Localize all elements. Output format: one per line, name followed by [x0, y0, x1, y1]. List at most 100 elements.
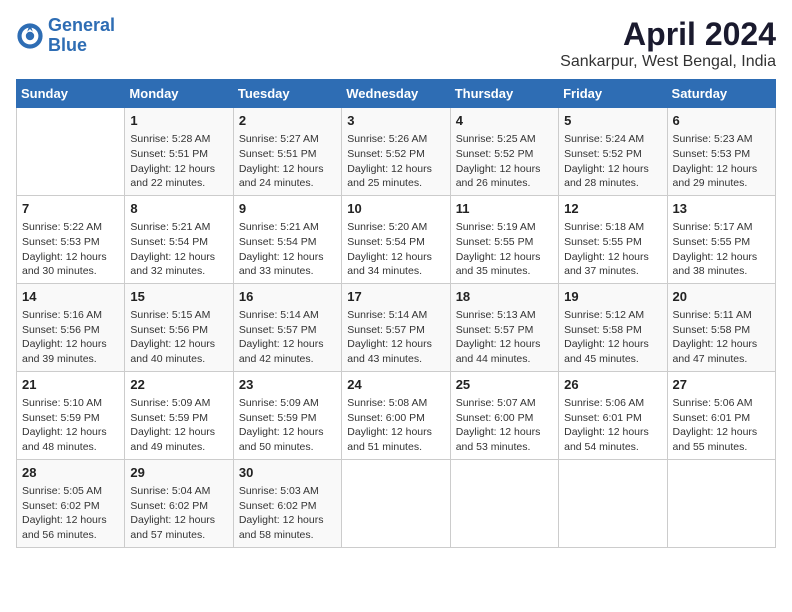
weekday-header-row: SundayMondayTuesdayWednesdayThursdayFrid… — [17, 80, 776, 108]
day-info: Sunrise: 5:15 AM Sunset: 5:56 PM Dayligh… — [130, 308, 227, 367]
day-info: Sunrise: 5:07 AM Sunset: 6:00 PM Dayligh… — [456, 396, 553, 455]
day-number: 28 — [22, 464, 119, 482]
day-number: 24 — [347, 376, 444, 394]
day-info: Sunrise: 5:25 AM Sunset: 5:52 PM Dayligh… — [456, 132, 553, 191]
day-info: Sunrise: 5:14 AM Sunset: 5:57 PM Dayligh… — [239, 308, 336, 367]
day-number: 23 — [239, 376, 336, 394]
day-number: 21 — [22, 376, 119, 394]
week-row-1: 1 Sunrise: 5:28 AM Sunset: 5:51 PM Daylig… — [17, 108, 776, 196]
day-number: 14 — [22, 288, 119, 306]
day-number: 30 — [239, 464, 336, 482]
day-info: Sunrise: 5:27 AM Sunset: 5:51 PM Dayligh… — [239, 132, 336, 191]
day-number: 26 — [564, 376, 661, 394]
day-number: 15 — [130, 288, 227, 306]
day-info: Sunrise: 5:17 AM Sunset: 5:55 PM Dayligh… — [673, 220, 770, 279]
calendar-cell: 18 Sunrise: 5:13 AM Sunset: 5:57 PM Dayli… — [450, 283, 558, 371]
day-info: Sunrise: 5:14 AM Sunset: 5:57 PM Dayligh… — [347, 308, 444, 367]
day-number: 11 — [456, 200, 553, 218]
day-number: 10 — [347, 200, 444, 218]
calendar-cell: 26Sunrise: 5:06 AM Sunset: 6:01 PM Dayli… — [559, 371, 667, 459]
calendar-cell: 21 Sunrise: 5:10 AM Sunset: 5:59 PM Dayli… — [17, 371, 125, 459]
calendar-cell: 19Sunrise: 5:12 AM Sunset: 5:58 PM Dayli… — [559, 283, 667, 371]
day-info: Sunrise: 5:18 AM Sunset: 5:55 PM Dayligh… — [564, 220, 661, 279]
weekday-header-thursday: Thursday — [450, 80, 558, 108]
calendar-cell: 30 Sunrise: 5:03 AM Sunset: 6:02 PM Dayli… — [233, 459, 341, 547]
day-info: Sunrise: 5:20 AM Sunset: 5:54 PM Dayligh… — [347, 220, 444, 279]
location-title: Sankarpur, West Bengal, India — [560, 53, 776, 71]
day-info: Sunrise: 5:22 AM Sunset: 5:53 PM Dayligh… — [22, 220, 119, 279]
day-number: 6 — [673, 112, 770, 130]
weekday-header-saturday: Saturday — [667, 80, 775, 108]
day-number: 7 — [22, 200, 119, 218]
calendar-cell: 7 Sunrise: 5:22 AM Sunset: 5:53 PM Daylig… — [17, 195, 125, 283]
logo-text: General Blue — [48, 16, 115, 56]
day-info: Sunrise: 5:04 AM Sunset: 6:02 PM Dayligh… — [130, 484, 227, 543]
day-number: 18 — [456, 288, 553, 306]
day-info: Sunrise: 5:23 AM Sunset: 5:53 PM Dayligh… — [673, 132, 770, 191]
weekday-header-monday: Monday — [125, 80, 233, 108]
day-info: Sunrise: 5:21 AM Sunset: 5:54 PM Dayligh… — [130, 220, 227, 279]
calendar-cell: 16 Sunrise: 5:14 AM Sunset: 5:57 PM Dayli… — [233, 283, 341, 371]
day-number: 8 — [130, 200, 227, 218]
logo: General Blue — [16, 16, 115, 56]
calendar-cell: 6 Sunrise: 5:23 AM Sunset: 5:53 PM Daylig… — [667, 108, 775, 196]
day-info: Sunrise: 5:05 AM Sunset: 6:02 PM Dayligh… — [22, 484, 119, 543]
day-info: Sunrise: 5:16 AM Sunset: 5:56 PM Dayligh… — [22, 308, 119, 367]
calendar-cell — [559, 459, 667, 547]
calendar-cell: 3Sunrise: 5:26 AM Sunset: 5:52 PM Daylig… — [342, 108, 450, 196]
day-number: 9 — [239, 200, 336, 218]
calendar-cell — [17, 108, 125, 196]
calendar-cell: 28 Sunrise: 5:05 AM Sunset: 6:02 PM Dayli… — [17, 459, 125, 547]
calendar-cell: 25 Sunrise: 5:07 AM Sunset: 6:00 PM Dayli… — [450, 371, 558, 459]
day-number: 12 — [564, 200, 661, 218]
title-area: April 2024 Sankarpur, West Bengal, India — [560, 16, 776, 71]
header: General Blue April 2024 Sankarpur, West … — [16, 16, 776, 71]
calendar-cell — [342, 459, 450, 547]
week-row-2: 7 Sunrise: 5:22 AM Sunset: 5:53 PM Daylig… — [17, 195, 776, 283]
weekday-header-friday: Friday — [559, 80, 667, 108]
day-info: Sunrise: 5:21 AM Sunset: 5:54 PM Dayligh… — [239, 220, 336, 279]
calendar-cell: 13Sunrise: 5:17 AM Sunset: 5:55 PM Dayli… — [667, 195, 775, 283]
day-info: Sunrise: 5:09 AM Sunset: 5:59 PM Dayligh… — [239, 396, 336, 455]
day-number: 25 — [456, 376, 553, 394]
day-info: Sunrise: 5:03 AM Sunset: 6:02 PM Dayligh… — [239, 484, 336, 543]
calendar-cell: 29 Sunrise: 5:04 AM Sunset: 6:02 PM Dayli… — [125, 459, 233, 547]
day-info: Sunrise: 5:10 AM Sunset: 5:59 PM Dayligh… — [22, 396, 119, 455]
day-info: Sunrise: 5:13 AM Sunset: 5:57 PM Dayligh… — [456, 308, 553, 367]
day-number: 20 — [673, 288, 770, 306]
month-title: April 2024 — [560, 16, 776, 53]
calendar-cell: 2 Sunrise: 5:27 AM Sunset: 5:51 PM Daylig… — [233, 108, 341, 196]
calendar-cell: 27Sunrise: 5:06 AM Sunset: 6:01 PM Dayli… — [667, 371, 775, 459]
day-number: 17 — [347, 288, 444, 306]
day-info: Sunrise: 5:11 AM Sunset: 5:58 PM Dayligh… — [673, 308, 770, 367]
day-number: 16 — [239, 288, 336, 306]
calendar-cell: 23 Sunrise: 5:09 AM Sunset: 5:59 PM Dayli… — [233, 371, 341, 459]
week-row-5: 28 Sunrise: 5:05 AM Sunset: 6:02 PM Dayli… — [17, 459, 776, 547]
calendar-cell: 8 Sunrise: 5:21 AM Sunset: 5:54 PM Daylig… — [125, 195, 233, 283]
weekday-header-wednesday: Wednesday — [342, 80, 450, 108]
calendar-cell: 14 Sunrise: 5:16 AM Sunset: 5:56 PM Dayli… — [17, 283, 125, 371]
calendar-table: SundayMondayTuesdayWednesdayThursdayFrid… — [16, 79, 776, 548]
day-info: Sunrise: 5:12 AM Sunset: 5:58 PM Dayligh… — [564, 308, 661, 367]
day-info: Sunrise: 5:08 AM Sunset: 6:00 PM Dayligh… — [347, 396, 444, 455]
day-number: 3 — [347, 112, 444, 130]
day-info: Sunrise: 5:24 AM Sunset: 5:52 PM Dayligh… — [564, 132, 661, 191]
day-number: 27 — [673, 376, 770, 394]
day-number: 5 — [564, 112, 661, 130]
day-info: Sunrise: 5:28 AM Sunset: 5:51 PM Dayligh… — [130, 132, 227, 191]
calendar-cell — [450, 459, 558, 547]
calendar-cell: 1 Sunrise: 5:28 AM Sunset: 5:51 PM Daylig… — [125, 108, 233, 196]
day-number: 1 — [130, 112, 227, 130]
day-number: 29 — [130, 464, 227, 482]
weekday-header-sunday: Sunday — [17, 80, 125, 108]
logo-icon — [16, 22, 44, 50]
day-number: 2 — [239, 112, 336, 130]
logo-blue: Blue — [48, 35, 87, 55]
calendar-cell: 20 Sunrise: 5:11 AM Sunset: 5:58 PM Dayli… — [667, 283, 775, 371]
week-row-4: 21 Sunrise: 5:10 AM Sunset: 5:59 PM Dayli… — [17, 371, 776, 459]
calendar-cell: 17 Sunrise: 5:14 AM Sunset: 5:57 PM Dayli… — [342, 283, 450, 371]
calendar-cell: 12 Sunrise: 5:18 AM Sunset: 5:55 PM Dayli… — [559, 195, 667, 283]
day-info: Sunrise: 5:09 AM Sunset: 5:59 PM Dayligh… — [130, 396, 227, 455]
calendar-cell: 10 Sunrise: 5:20 AM Sunset: 5:54 PM Dayli… — [342, 195, 450, 283]
week-row-3: 14 Sunrise: 5:16 AM Sunset: 5:56 PM Dayli… — [17, 283, 776, 371]
